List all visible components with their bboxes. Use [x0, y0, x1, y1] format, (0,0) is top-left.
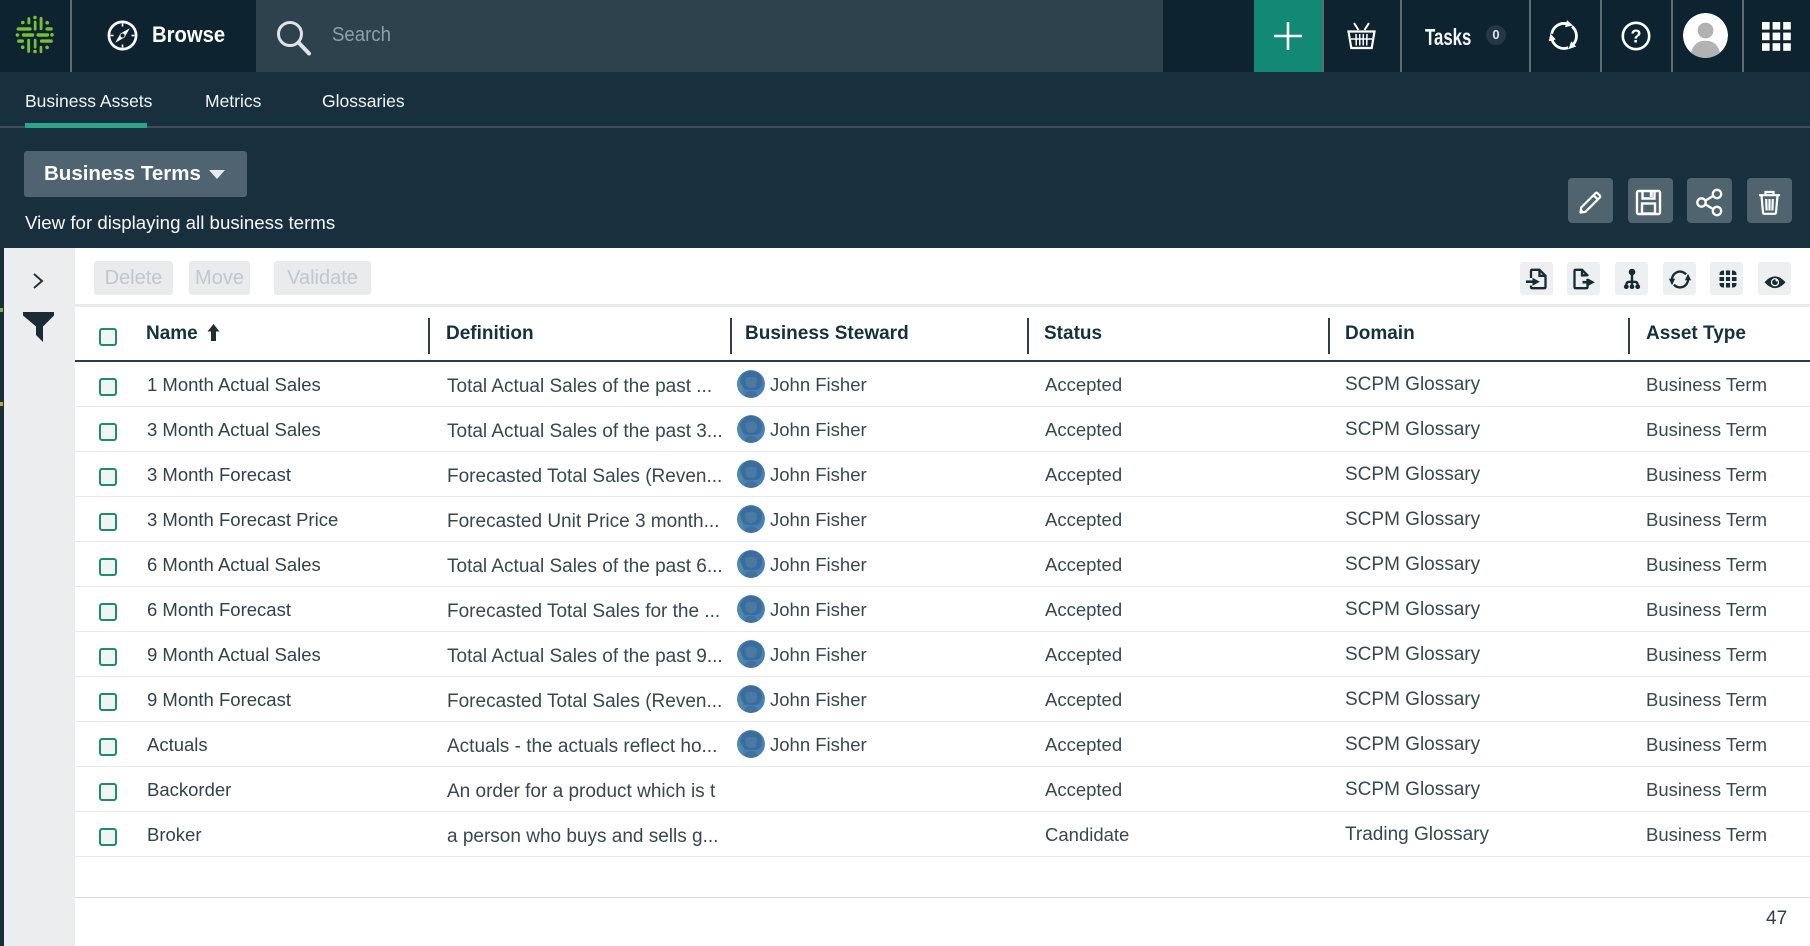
svg-text:?: ?: [1631, 27, 1642, 47]
